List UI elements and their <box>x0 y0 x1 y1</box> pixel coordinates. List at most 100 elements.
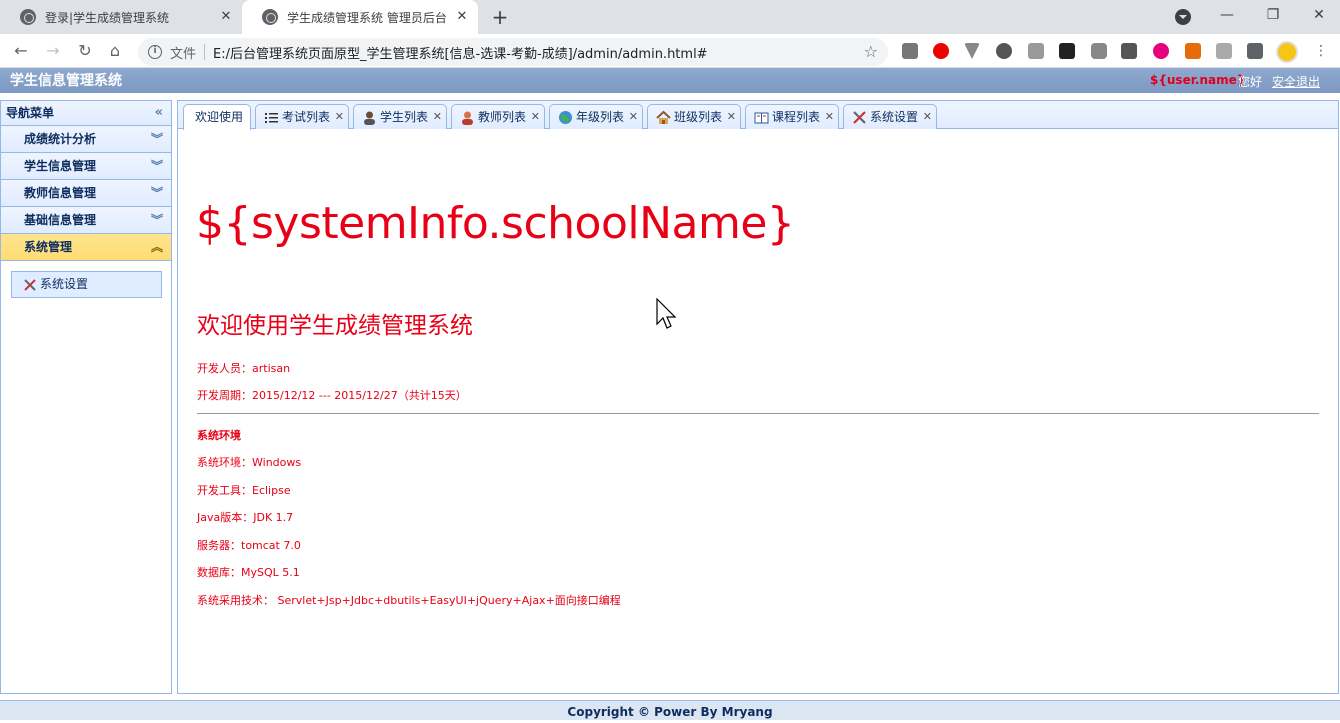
tab-class-list[interactable]: 班级列表 ✕ <box>647 104 741 129</box>
sidebar-section-student-info[interactable]: 学生信息管理 ︾ <box>1 153 171 180</box>
tab-label: 年级列表 <box>576 110 625 124</box>
browser-tab-title: 登录|学生成绩管理系统 <box>45 10 170 25</box>
sidebar-section-label: 成绩统计分析 <box>24 132 97 146</box>
browser-tab-strip: 登录|学生成绩管理系统 ✕ 学生成绩管理系统 管理员后台 ✕ + — ❐ ✕ <box>0 0 1340 34</box>
tools-icon <box>853 111 866 124</box>
browser-tab-login[interactable]: 登录|学生成绩管理系统 ✕ <box>0 0 242 34</box>
address-separator <box>204 44 206 60</box>
env-server: 服务器：tomcat 7.0 <box>197 539 301 552</box>
tab-grade-list[interactable]: 年级列表 ✕ <box>549 104 643 129</box>
close-icon[interactable]: ✕ <box>923 105 932 129</box>
content-tab-bar: 欢迎使用 考试列表 ✕ 学生列表 ✕ 教师列表 ✕ 年级列表 ✕ 班级列表 ✕ … <box>178 101 1338 130</box>
user-name: ${user.name} <box>1150 73 1246 87</box>
divider <box>197 413 1319 414</box>
chevron-down-icon: ︾ <box>150 132 163 146</box>
env-java: Java版本：JDK 1.7 <box>197 511 294 524</box>
env-tool: 开发工具：Eclipse <box>197 484 291 497</box>
address-url: E:/后台管理系统页面原型_学生管理系统[信息-选课-考勤-成绩]/admin/… <box>213 46 708 62</box>
close-icon[interactable]: ✕ <box>335 105 344 129</box>
vue-extension-icon[interactable] <box>964 43 980 59</box>
student-icon <box>364 111 375 125</box>
chevron-down-icon: ︾ <box>150 186 163 200</box>
qr-extension-icon[interactable] <box>1028 43 1044 59</box>
collapse-left-icon[interactable]: « <box>155 101 163 125</box>
globe-icon <box>559 111 572 124</box>
browser-tab-admin[interactable]: 学生成绩管理系统 管理员后台 ✕ <box>242 0 478 34</box>
sidebar-title: 导航菜单 <box>6 106 55 120</box>
close-icon[interactable]: ✕ <box>433 105 442 129</box>
tab-system-settings[interactable]: 系统设置 ✕ <box>843 104 937 129</box>
forward-button[interactable]: → <box>42 40 64 62</box>
app-title: 学生信息管理系统 <box>10 73 122 89</box>
sidebar-section-score-analysis[interactable]: 成绩统计分析 ︾ <box>1 126 171 153</box>
tab-label: 系统设置 <box>870 110 919 124</box>
minimize-button[interactable]: — <box>1204 0 1250 34</box>
chevron-down-icon: ︾ <box>150 213 163 227</box>
menu-kebab-icon[interactable]: ⋮ <box>1314 43 1328 59</box>
tab-student-list[interactable]: 学生列表 ✕ <box>353 104 447 129</box>
sidebar-header: 导航菜单 « <box>1 101 171 126</box>
close-icon[interactable]: ✕ <box>218 9 234 25</box>
logout-link[interactable]: 安全退出 <box>1272 73 1320 90</box>
restore-button[interactable]: ❐ <box>1250 0 1296 34</box>
sidebar-section-teacher-info[interactable]: 教师信息管理 ︾ <box>1 180 171 207</box>
list-icon <box>265 113 278 123</box>
info-icon[interactable]: i <box>148 45 162 59</box>
address-bar[interactable]: i 文件 E:/后台管理系统页面原型_学生管理系统[信息-选课-考勤-成绩]/a… <box>138 38 888 66</box>
tab-label: 教师列表 <box>478 110 527 124</box>
close-icon[interactable]: ✕ <box>825 105 834 129</box>
home-button[interactable]: ⌂ <box>104 40 126 62</box>
tab-exam-list[interactable]: 考试列表 ✕ <box>255 104 349 129</box>
env-tech: 系统采用技术： Servlet+Jsp+Jdbc+dbutils+EasyUI+… <box>197 594 621 607</box>
env-os: 系统环境：Windows <box>197 456 302 469</box>
book-icon <box>754 112 769 124</box>
tab-label: 班级列表 <box>674 110 723 124</box>
globe-icon <box>262 9 278 25</box>
sidebar-item-system-settings[interactable]: 系统设置 <box>11 271 162 298</box>
close-icon[interactable]: ✕ <box>531 105 540 129</box>
tab-label: 考试列表 <box>282 110 331 124</box>
puzzle-extension-icon[interactable] <box>1121 43 1137 59</box>
tab-search-icon[interactable] <box>1175 9 1191 25</box>
tab-welcome[interactable]: 欢迎使用 <box>183 104 251 130</box>
app-header: 学生信息管理系统 ${user.name} 您好 安全退出 <box>0 68 1340 93</box>
tools-icon <box>24 279 36 291</box>
sidebar-section-label: 系统管理 <box>24 240 73 254</box>
sidebar-section-basic-info[interactable]: 基础信息管理 ︾ <box>1 207 171 234</box>
new-tab-button[interactable]: + <box>488 5 512 29</box>
adblock-extension-icon[interactable] <box>933 43 949 59</box>
developer-text: 开发人员：artisan <box>197 362 291 375</box>
sync-extension-icon[interactable] <box>996 43 1012 59</box>
tab-label: 欢迎使用 <box>195 110 244 124</box>
extensions-puzzle-icon[interactable] <box>1247 43 1263 59</box>
close-icon[interactable]: ✕ <box>454 9 470 25</box>
period-text: 开发周期：2015/12/12 --- 2015/12/27（共计15天） <box>197 389 467 402</box>
tab-teacher-list[interactable]: 教师列表 ✕ <box>451 104 545 129</box>
globe-icon <box>20 9 36 25</box>
camera-extension-icon[interactable] <box>1091 43 1107 59</box>
footer: Copyright © Power By Mryang <box>0 700 1340 720</box>
close-window-button[interactable]: ✕ <box>1296 0 1340 34</box>
mouse-cursor-icon <box>656 298 676 329</box>
address-scheme: 文件 <box>170 46 197 62</box>
tree-extension-icon[interactable] <box>1185 43 1201 59</box>
flower-extension-icon[interactable] <box>1153 43 1169 59</box>
sidebar-section-system[interactable]: 系统管理 ︽ <box>1 234 171 261</box>
profile-avatar[interactable] <box>1276 41 1298 63</box>
gmail-extension-icon[interactable] <box>902 43 918 59</box>
tab-course-list[interactable]: 课程列表 ✕ <box>745 104 839 129</box>
bookmark-star-icon[interactable]: ☆ <box>864 42 878 61</box>
copyright-text: Copyright © Power By Mryang <box>567 705 773 719</box>
browser-toolbar: ← → ↻ ⌂ i 文件 E:/后台管理系统页面原型_学生管理系统[信息-选课-… <box>0 34 1340 68</box>
greeting-text: 您好 <box>1238 75 1263 89</box>
close-icon[interactable]: ✕ <box>629 105 638 129</box>
chart-extension-icon[interactable] <box>1216 43 1232 59</box>
house-icon <box>656 110 671 124</box>
chevron-up-icon: ︽ <box>150 240 163 254</box>
welcome-title: 欢迎使用学生成绩管理系统 <box>197 313 473 339</box>
eyes-extension-icon[interactable] <box>1059 43 1075 59</box>
back-button[interactable]: ← <box>10 40 32 62</box>
close-icon[interactable]: ✕ <box>727 105 736 129</box>
reload-button[interactable]: ↻ <box>74 40 96 62</box>
school-name: ${systemInfo.schoolName} <box>196 198 795 249</box>
